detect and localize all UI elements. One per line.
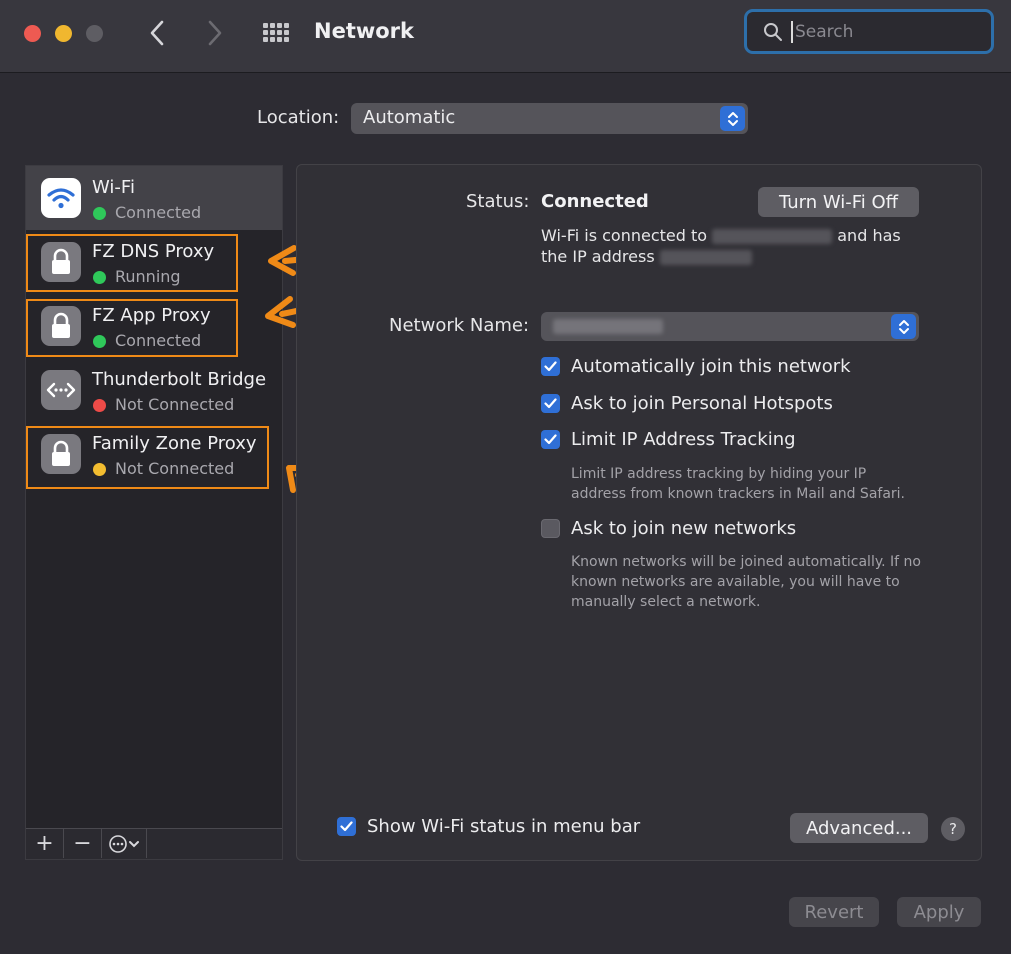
redacted-network-name bbox=[553, 319, 663, 334]
checkmark-icon bbox=[340, 821, 353, 832]
limit-ip-tracking-label: Limit IP Address Tracking bbox=[571, 429, 796, 450]
personal-hotspots-checkbox[interactable] bbox=[541, 394, 560, 413]
network-name-select[interactable] bbox=[541, 312, 919, 341]
auto-join-label: Automatically join this network bbox=[571, 356, 851, 377]
show-wifi-status-label: Show Wi-Fi status in menu bar bbox=[367, 816, 641, 837]
auto-join-checkbox[interactable] bbox=[541, 357, 560, 376]
detail-panel bbox=[296, 164, 982, 861]
revert-button[interactable]: Revert bbox=[789, 897, 879, 927]
network-name-stepper[interactable] bbox=[891, 314, 916, 339]
status-label: Status: bbox=[466, 191, 530, 212]
advanced-button[interactable]: Advanced... bbox=[790, 813, 928, 843]
help-button[interactable]: ? bbox=[941, 817, 965, 841]
new-networks-hint: known networks are available, you will h… bbox=[571, 574, 900, 590]
up-down-chevron-icon bbox=[898, 319, 909, 334]
turn-wifi-off-button[interactable]: Turn Wi-Fi Off bbox=[758, 187, 919, 217]
personal-hotspots-label: Ask to join Personal Hotspots bbox=[571, 393, 833, 414]
redacted-ip-address bbox=[659, 250, 752, 265]
checkmark-icon bbox=[544, 434, 557, 445]
checkmark-icon bbox=[544, 361, 557, 372]
limit-ip-tracking-checkbox[interactable] bbox=[541, 430, 560, 449]
new-networks-hint: manually select a network. bbox=[571, 594, 761, 610]
show-wifi-status-checkbox[interactable] bbox=[337, 817, 356, 836]
new-networks-hint: Known networks will be joined automatica… bbox=[571, 554, 921, 570]
limit-ip-hint: address from known trackers in Mail and … bbox=[571, 486, 906, 502]
status-value: Connected bbox=[541, 191, 649, 212]
ip-description: the IP address bbox=[541, 247, 752, 266]
apply-button[interactable]: Apply bbox=[897, 897, 981, 927]
join-new-networks-checkbox[interactable] bbox=[541, 519, 560, 538]
limit-ip-hint: Limit IP address tracking by hiding your… bbox=[571, 466, 867, 482]
connection-description: Wi-Fi is connected to and has bbox=[541, 226, 901, 245]
network-name-label: Network Name: bbox=[389, 315, 530, 336]
redacted-network-name bbox=[712, 229, 833, 244]
checkmark-icon bbox=[544, 398, 557, 409]
join-new-networks-label: Ask to join new networks bbox=[571, 518, 797, 539]
